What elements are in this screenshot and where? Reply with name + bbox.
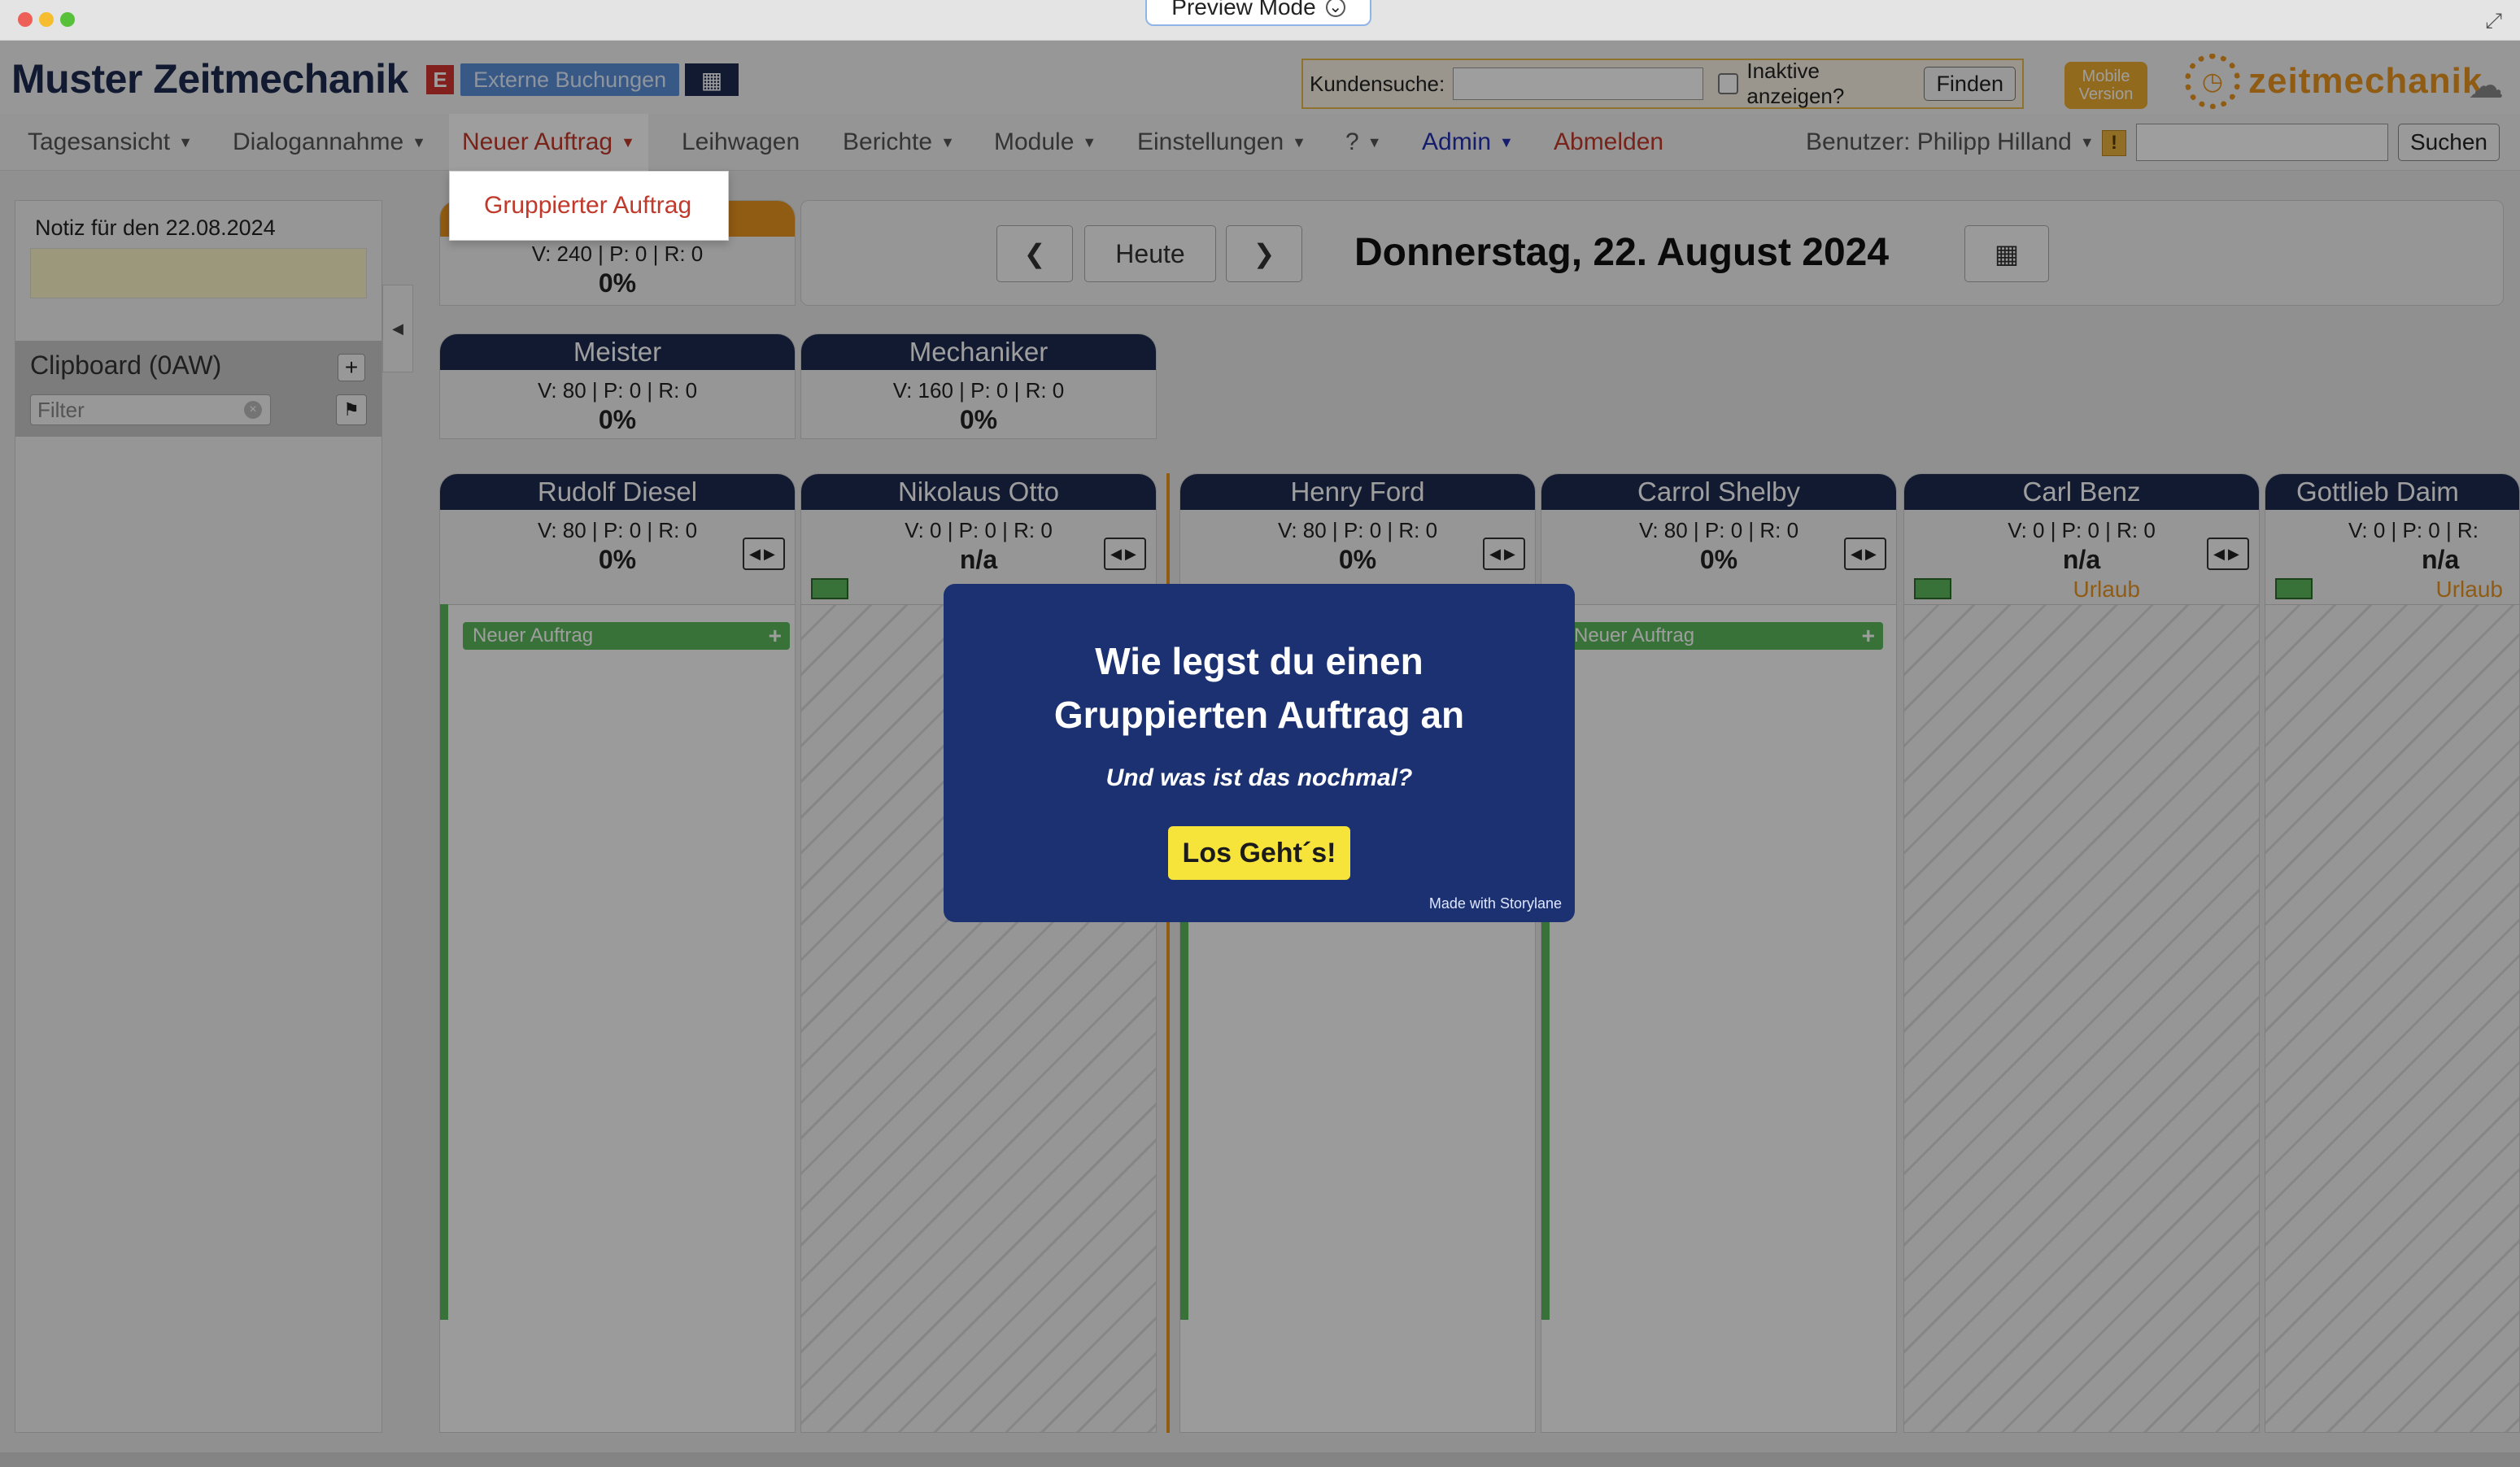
window-maximize-button[interactable] [60,12,75,27]
window-close-button[interactable] [18,12,33,27]
dropdown-gruppierter-auftrag[interactable]: Gruppierter Auftrag [449,171,729,241]
expand-icon[interactable]: ⤢ [2485,8,2502,34]
window-minimize-button[interactable] [39,12,54,27]
preview-mode-toggle[interactable]: Preview Mode ⌄ [1145,0,1371,26]
start-tour-button[interactable]: Los Geht´s! [1168,826,1350,880]
window-titlebar: Preview Mode ⌄ ⤢ [0,0,2520,41]
modal-subtitle: Und was ist das nochmal? [1105,764,1413,791]
chevron-down-icon: ⌄ [1325,0,1345,17]
preview-mode-label: Preview Mode [1171,0,1316,20]
modal-title: Wie legst du einen Gruppierten Auftrag a… [944,634,1575,742]
modal-title-line1: Wie legst du einen [1095,640,1423,682]
modal-title-line2: Gruppierten Auftrag an [1053,694,1465,736]
tutorial-modal: Wie legst du einen Gruppierten Auftrag a… [944,584,1575,922]
storylane-credit[interactable]: Made with Storylane [1429,895,1562,912]
